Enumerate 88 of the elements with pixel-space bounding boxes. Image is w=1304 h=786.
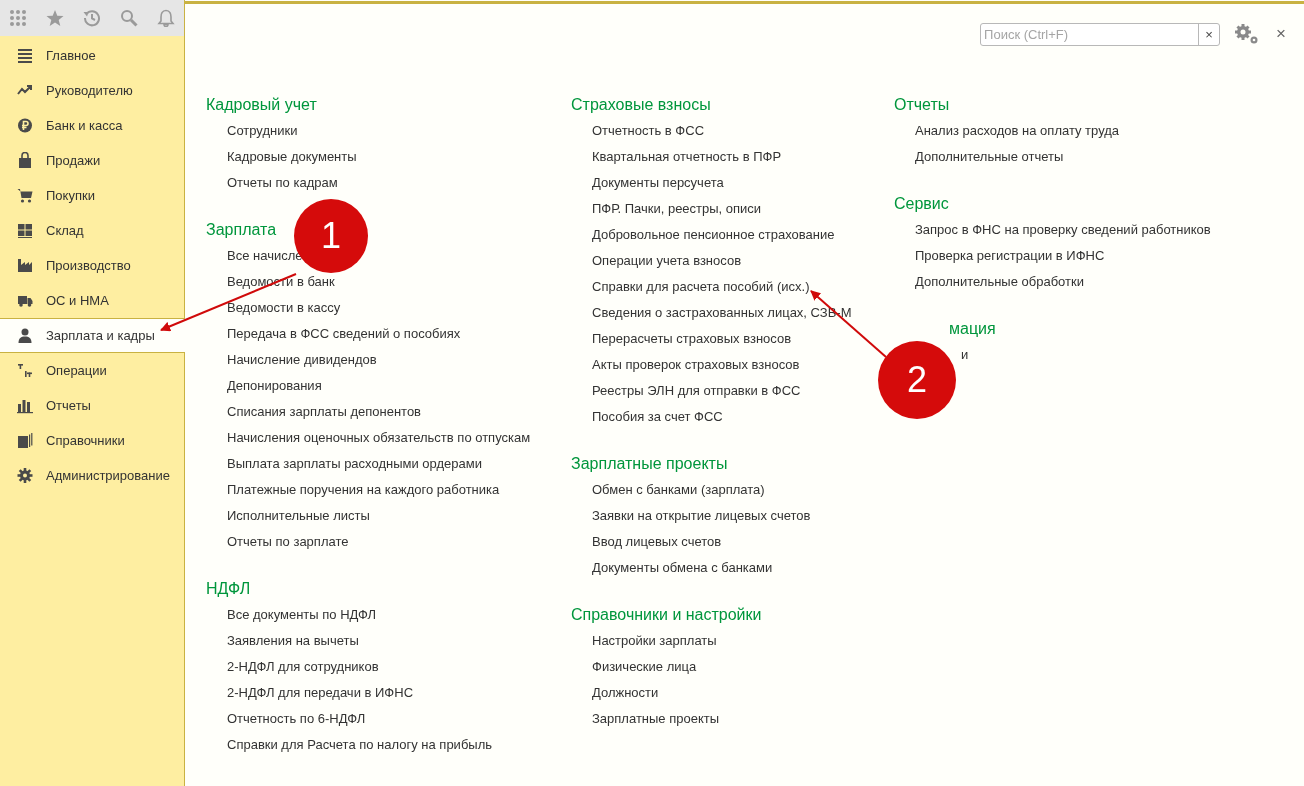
bar-chart-icon (17, 397, 33, 414)
sidebar-item[interactable]: Зарплата и кадры (0, 318, 185, 353)
sidebar-item[interactable]: Склад (0, 213, 184, 248)
section-title[interactable]: Зарплатные проекты (571, 454, 728, 474)
menu-link[interactable]: Ведомости в кассу (227, 300, 341, 316)
menu-link[interactable]: Начисления оценочных обязательств по отпускам (227, 430, 531, 446)
menu-link[interactable]: Документы персучета (592, 175, 724, 191)
sidebar-item[interactable]: Администрирование (0, 458, 184, 493)
sidebar-item[interactable]: Банк и касса (0, 108, 184, 143)
cart-icon (17, 187, 33, 204)
menu-link[interactable]: Дополнительные обработки (915, 274, 1084, 290)
ruble-coin-icon (17, 117, 33, 134)
menu-link[interactable]: Платежные поручения на каждого работника (227, 482, 500, 498)
menu-link[interactable]: Сотрудники (227, 123, 298, 139)
menu-link[interactable]: Исполнительные листы (227, 508, 370, 524)
menu-link[interactable]: Все начисле (227, 248, 303, 264)
menu-link[interactable]: Зарплатные проекты (592, 711, 720, 727)
menu-link[interactable]: Реестры ЭЛН для отправки в ФСС (592, 383, 801, 399)
menu-link[interactable]: Отчеты по кадрам (227, 175, 338, 191)
menu-link[interactable]: Отчетность по 6-НДФЛ (227, 711, 366, 727)
sidebar-item[interactable]: Покупки (0, 178, 184, 213)
menu-link[interactable]: и (961, 347, 969, 363)
menu-link[interactable]: Справки для расчета пособий (исх.) (592, 279, 810, 295)
menu-link[interactable]: Проверка регистрации в ИФНС (915, 248, 1105, 264)
menu-link[interactable]: Заявления на вычеты (227, 633, 359, 649)
grid-icon (17, 222, 33, 239)
search-field[interactable]: Поиск (Ctrl+F) × (980, 22, 1221, 46)
menu-link[interactable]: Все документы по НДФЛ (227, 607, 377, 623)
menu-link[interactable]: Анализ расходов на оплату труда (915, 123, 1120, 139)
settings-icon (17, 467, 33, 484)
sidebar-item[interactable]: Производство (0, 248, 184, 283)
sidebar-item[interactable]: Главное (0, 38, 184, 73)
section-title[interactable]: Отчеты (894, 95, 950, 115)
annotation-marker: 2 (878, 341, 956, 419)
menu-link[interactable]: Добровольное пенсионное страхование (592, 227, 835, 243)
history-icon[interactable] (83, 9, 101, 27)
menu-link[interactable]: Дополнительные отчеты (915, 149, 1064, 165)
shopping-bag-icon (17, 152, 33, 169)
section-title[interactable]: Кадровый учет (206, 95, 317, 115)
sidebar-item[interactable]: Операции (0, 353, 184, 388)
sidebar-item[interactable]: Справочники (0, 423, 184, 458)
menu-link[interactable]: Перерасчеты страховых взносов (592, 331, 792, 347)
section-title[interactable]: мация (949, 319, 996, 339)
menu-link[interactable]: Операции учета взносов (592, 253, 742, 269)
menu-link[interactable]: Физические лица (592, 659, 697, 675)
menu-link[interactable]: Отчетность в ФСС (592, 123, 705, 139)
menu-link[interactable]: Настройки зарплаты (592, 633, 717, 649)
menu-link[interactable]: Должности (592, 685, 659, 701)
sidebar-item[interactable]: Руководителю (0, 73, 184, 108)
star-icon[interactable] (46, 9, 64, 27)
menu-link[interactable]: 2-НДФЛ для передачи в ИФНС (227, 685, 414, 701)
person-icon (17, 327, 33, 344)
menu-link[interactable]: Ввод лицевых счетов (592, 534, 722, 550)
menu-link[interactable]: Акты проверок страховых взносов (592, 357, 800, 373)
factory-icon (17, 257, 33, 274)
menu-link[interactable]: Справки для Расчета по налогу на прибыль (227, 737, 493, 753)
menu-link[interactable]: Передача в ФСС сведений о пособиях (227, 326, 461, 342)
close-button[interactable]: × (1272, 24, 1290, 44)
menu-link[interactable]: Кадровые документы (227, 149, 357, 165)
bell-icon[interactable] (157, 9, 175, 27)
section-title[interactable]: Страховые взносы (571, 95, 711, 115)
menu-link[interactable]: Выплата зарплаты расходными ордерами (227, 456, 482, 472)
clear-button[interactable]: × (1198, 23, 1220, 45)
menu-link[interactable]: ПФР. Пачки, реестры, описи (592, 201, 762, 217)
menu-link[interactable]: Заявки на открытие лицевых счетов (592, 508, 811, 524)
menu-link[interactable]: Пособия за счет ФСС (592, 409, 723, 425)
search-icon[interactable] (120, 9, 138, 27)
section-title[interactable]: Справочники и настройки (571, 605, 762, 625)
menu-link[interactable]: Обмен с банками (зарплата) (592, 482, 765, 498)
section-title[interactable]: НДФЛ (206, 579, 251, 599)
menu-link[interactable]: Запрос в ФНС на проверку сведений работников (915, 222, 1211, 238)
menu-link[interactable]: Документы обмена с банками (592, 560, 773, 576)
menu-link[interactable]: Начисление дивидендов (227, 352, 377, 368)
menu-link[interactable]: Квартальная отчетность в ПФР (592, 149, 782, 165)
sidebar-item[interactable]: ОС и НМА (0, 283, 184, 318)
menu-link[interactable]: 2-НДФЛ для сотрудников (227, 659, 379, 675)
menu-icon (17, 47, 33, 64)
section-title[interactable]: Сервис (894, 194, 949, 214)
settings-icon[interactable] (1233, 23, 1260, 45)
books-icon (17, 432, 33, 449)
sidebar-item[interactable]: Продажи (0, 143, 184, 178)
apps-icon[interactable] (9, 9, 27, 27)
menu-link[interactable]: Списания зарплаты депонентов (227, 404, 422, 420)
sidebar-item[interactable]: Отчеты (0, 388, 184, 423)
menu-link[interactable]: Депонирования (227, 378, 322, 394)
section-title[interactable]: Зарплата (206, 220, 277, 240)
menu-link[interactable]: Отчеты по зарплате (227, 534, 349, 550)
debit-credit-icon (17, 362, 33, 379)
